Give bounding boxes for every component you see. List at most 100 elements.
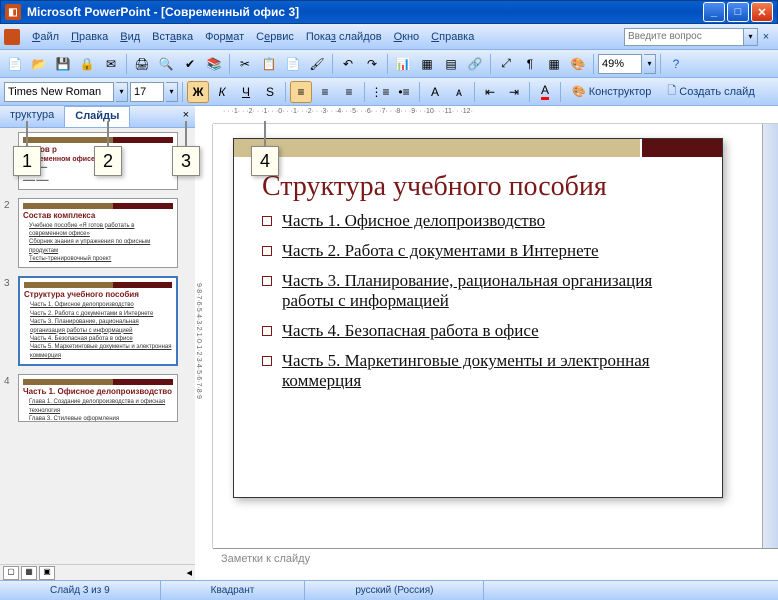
color-icon[interactable]: 🎨 (567, 53, 589, 75)
menu-window[interactable]: Окно (388, 28, 426, 46)
show-format-icon[interactable]: ¶ (519, 53, 541, 75)
minimize-button[interactable]: _ (703, 2, 725, 22)
menu-show[interactable]: Показ слайдов (300, 28, 388, 46)
numbering-icon[interactable]: ⋮≡ (369, 81, 391, 103)
expand-icon[interactable]: ⤢ (495, 53, 517, 75)
status-lang[interactable]: русский (Россия) (305, 581, 484, 600)
callout-1: 1 (13, 146, 41, 176)
copy-icon[interactable]: 📋 (258, 53, 280, 75)
format-painter-icon[interactable]: 🖌 (306, 53, 328, 75)
ruler-vertical: 9·8·7·6·5·4·3·2·1·0·1·2·3·4·5·6·7·8·9 (195, 124, 213, 548)
italic-icon[interactable]: К (211, 81, 233, 103)
slide-body[interactable]: Часть 1. Офисное делопроизводство Часть … (234, 211, 722, 391)
open-icon[interactable]: 📂 (28, 53, 50, 75)
increase-font-icon[interactable]: A (424, 81, 446, 103)
font-color-icon[interactable]: A (534, 81, 556, 103)
preview-icon[interactable]: 🔍 (155, 53, 177, 75)
chart-icon[interactable]: 📊 (392, 53, 414, 75)
titlebar: ◧ Microsoft PowerPoint - [Современный оф… (0, 0, 778, 24)
new-icon[interactable]: 📄 (4, 53, 26, 75)
slide-canvas[interactable]: Структура учебного пособия Часть 1. Офис… (213, 124, 762, 548)
align-left-icon[interactable]: ≡ (290, 81, 312, 103)
thumbnails[interactable]: чтотов р современном офисе ━━━━━━━━━━━━━… (0, 128, 195, 564)
zoom-select[interactable]: 49% (598, 54, 642, 74)
help-search-input[interactable] (624, 28, 744, 46)
bullet-icon (262, 276, 272, 286)
save-icon[interactable]: 💾 (52, 53, 74, 75)
menu-insert[interactable]: Вставка (146, 28, 199, 46)
thumbnail-3[interactable]: Структура учебного пособия Часть 1. Офис… (18, 276, 178, 366)
maximize-button[interactable]: □ (727, 2, 749, 22)
standard-toolbar: 📄 📂 💾 🔒 ✉ 🖨 🔍 ✔ 📚 ✂ 📋 📄 🖌 ↶ ↷ 📊 ▦ ▤ 🔗 ⤢ … (0, 50, 778, 78)
font-name-select[interactable]: Times New Roman (4, 82, 114, 102)
table-icon[interactable]: ▦ (416, 53, 438, 75)
research-icon[interactable]: 📚 (203, 53, 225, 75)
help-icon[interactable]: ? (665, 53, 687, 75)
notes-pane[interactable]: Заметки к слайду (213, 548, 778, 580)
designer-button[interactable]: 🎨 Конструктор (565, 81, 658, 103)
align-right-icon[interactable]: ≡ (338, 81, 360, 103)
increase-indent-icon[interactable]: ⇥ (503, 81, 525, 103)
current-slide[interactable]: Структура учебного пособия Часть 1. Офис… (233, 138, 723, 498)
callout-3: 3 (172, 146, 200, 176)
format-toolbar: Times New Roman ▾ 17 ▾ Ж К Ч S ≡ ≡ ≡ ⋮≡ … (0, 78, 778, 106)
undo-icon[interactable]: ↶ (337, 53, 359, 75)
cut-icon[interactable]: ✂ (234, 53, 256, 75)
shadow-icon[interactable]: S (259, 81, 281, 103)
spell-icon[interactable]: ✔ (179, 53, 201, 75)
decrease-font-icon[interactable]: ᴀ (448, 81, 470, 103)
redo-icon[interactable]: ↷ (361, 53, 383, 75)
new-slide-button[interactable]: 🗋 Создать слайд (660, 81, 761, 103)
font-size-dropdown[interactable]: ▾ (166, 82, 178, 102)
menu-format[interactable]: Формат (199, 28, 250, 46)
zoom-dropdown[interactable]: ▾ (644, 54, 656, 74)
thumbnail-2[interactable]: Состав комплекса Учебное пособие «Я гото… (18, 198, 178, 269)
normal-view-icon[interactable]: ▢ (3, 566, 19, 580)
vertical-scrollbar[interactable] (762, 124, 778, 548)
bullets-icon[interactable]: •≡ (393, 81, 415, 103)
window-title: Microsoft PowerPoint - [Современный офис… (27, 5, 703, 19)
menubar: Файл Правка Вид Вставка Формат Сервис По… (0, 24, 778, 50)
align-center-icon[interactable]: ≡ (314, 81, 336, 103)
underline-icon[interactable]: Ч (235, 81, 257, 103)
hyperlink-icon[interactable]: 🔗 (464, 53, 486, 75)
permission-icon[interactable]: 🔒 (76, 53, 98, 75)
decrease-indent-icon[interactable]: ⇤ (479, 81, 501, 103)
bullet-icon (262, 356, 272, 366)
help-dropdown[interactable]: ▾ (744, 28, 758, 46)
close-button[interactable]: ✕ (751, 2, 773, 22)
tab-slides[interactable]: Слайды (65, 106, 130, 127)
menu-view[interactable]: Вид (114, 28, 146, 46)
ruler-horizontal: · · ·1· · ·2· · ·1· · ·0· · ·1· · ·2· · … (213, 106, 778, 124)
callout-2: 2 (94, 146, 122, 176)
tab-outline[interactable]: труктура (0, 106, 65, 127)
slide-title[interactable]: Структура учебного пособия (234, 157, 722, 211)
tables-borders-icon[interactable]: ▤ (440, 53, 462, 75)
paste-icon[interactable]: 📄 (282, 53, 304, 75)
callout-4: 4 (251, 146, 279, 176)
status-layout: Квадрант (161, 581, 306, 600)
font-size-select[interactable]: 17 (130, 82, 164, 102)
print-icon[interactable]: 🖨 (131, 53, 153, 75)
menu-service[interactable]: Сервис (250, 28, 300, 46)
menu-edit[interactable]: Правка (65, 28, 114, 46)
menu-doc-close[interactable]: × (758, 31, 774, 43)
view-buttons: ▢ ▦ ▣ ◂ (0, 564, 195, 580)
sorter-view-icon[interactable]: ▦ (21, 566, 37, 580)
doc-icon[interactable] (4, 29, 20, 45)
slide-editor: · · ·1· · ·2· · ·1· · ·0· · ·1· · ·2· · … (195, 106, 778, 580)
thumb-num: 2 (4, 198, 18, 269)
menu-file[interactable]: Файл (26, 28, 65, 46)
slideshow-view-icon[interactable]: ▣ (39, 566, 55, 580)
thumbnail-4[interactable]: Часть 1. Офисное делопроизводство Глава … (18, 374, 178, 422)
bold-icon[interactable]: Ж (187, 81, 209, 103)
scroll-left-icon[interactable]: ◂ (186, 566, 192, 579)
grid-icon[interactable]: ▦ (543, 53, 565, 75)
bullet-icon (262, 216, 272, 226)
mail-icon[interactable]: ✉ (100, 53, 122, 75)
font-name-dropdown[interactable]: ▾ (116, 82, 128, 102)
menu-help[interactable]: Справка (425, 28, 480, 46)
statusbar: Слайд 3 из 9 Квадрант русский (Россия) (0, 580, 778, 600)
status-slide: Слайд 3 из 9 (0, 581, 161, 600)
slide-accent-bar (234, 139, 722, 157)
